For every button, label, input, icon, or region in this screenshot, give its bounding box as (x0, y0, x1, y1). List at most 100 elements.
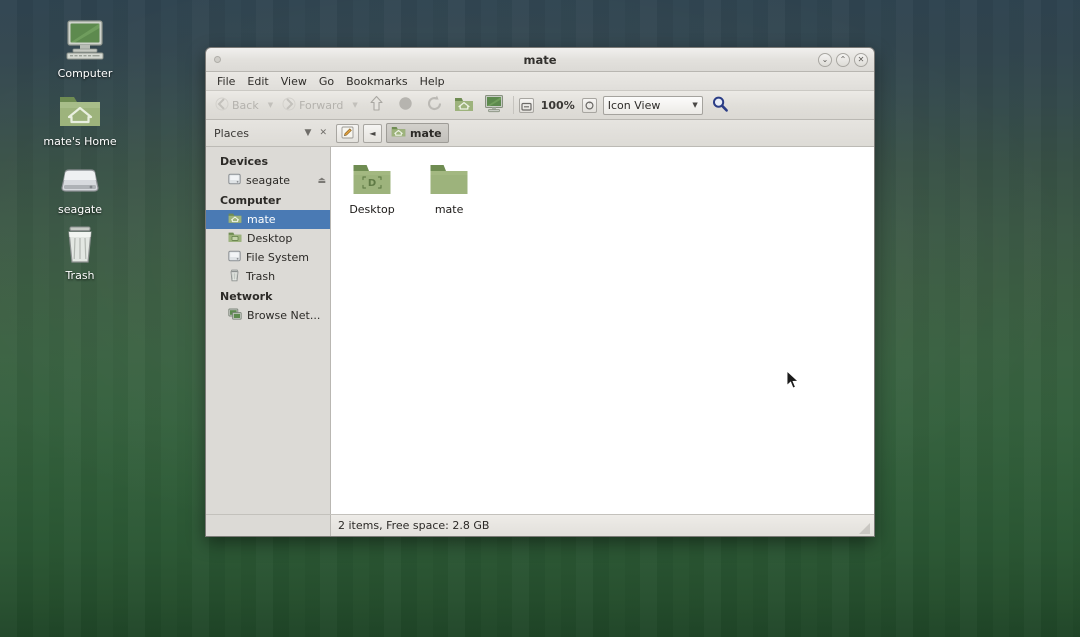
computer-button[interactable] (480, 92, 508, 118)
close-button[interactable]: ✕ (854, 52, 868, 67)
file-item-label: mate (434, 203, 464, 216)
sidebar-item-label: seagate (246, 174, 291, 187)
desktop-folder-icon (228, 231, 242, 246)
path-scroll-left-button[interactable]: ◄ (363, 123, 382, 143)
desktop-icon-label: seagate (57, 203, 103, 216)
statusbar: 2 items, Free space: 2.8 GB (206, 514, 874, 536)
eject-icon[interactable]: ⏏ (317, 176, 326, 186)
stop-icon (396, 94, 415, 116)
toolbar-separator (512, 96, 514, 114)
reload-button[interactable] (421, 92, 448, 118)
forward-label: Forward (299, 98, 344, 112)
places-close-icon[interactable]: ✕ (315, 128, 331, 138)
forward-arrow-icon (282, 97, 296, 114)
menubar[interactable]: File Edit View Go Bookmarks Help (206, 72, 874, 91)
file-list-view[interactable]: D Desktop mate (331, 147, 874, 514)
edit-location-button[interactable] (336, 123, 359, 143)
back-label: Back (232, 98, 259, 112)
desktop[interactable]: Computer mate's Home seagate Trash mate … (0, 0, 1080, 637)
drive-icon (228, 173, 241, 188)
forward-dropdown-caret-icon[interactable]: ▼ (349, 101, 360, 109)
sidebar-group-network: Network (220, 290, 273, 303)
search-icon (711, 95, 729, 116)
minimize-button[interactable]: ⌄ (818, 52, 832, 67)
breadcrumb-mate[interactable]: mate (386, 123, 449, 143)
home-folder-icon (454, 95, 474, 116)
reload-icon (425, 94, 444, 116)
desktop-folder-icon: D (339, 157, 405, 201)
desktop-icon-seagate[interactable]: seagate (32, 152, 128, 216)
back-dropdown-caret-icon[interactable]: ▼ (265, 101, 276, 109)
menu-file[interactable]: File (211, 74, 241, 89)
drive-icon (228, 250, 241, 265)
statusbar-sidebar-pad (206, 515, 331, 536)
view-mode-select[interactable]: Icon View ▼ (602, 95, 703, 115)
menu-view[interactable]: View (275, 74, 313, 89)
window-titlebar[interactable]: mate ⌄ ⌃ ✕ (206, 48, 874, 72)
zoom-reset-icon (584, 96, 595, 115)
home-button[interactable] (450, 93, 478, 118)
desktop-icon-trash[interactable]: Trash (32, 218, 128, 282)
view-mode-value: Icon View (607, 98, 661, 112)
home-folder-icon (228, 212, 242, 227)
file-item-label: Desktop (349, 203, 395, 216)
desktop-icon-label: Computer (57, 67, 113, 80)
back-arrow-icon (215, 97, 229, 114)
search-button[interactable] (707, 93, 733, 118)
zoom-out-button[interactable] (518, 96, 534, 115)
window-buttons[interactable]: ⌄ ⌃ ✕ (818, 52, 868, 67)
places-sidebar[interactable]: Devices seagate ⏏ Computer mate Desktop … (206, 147, 331, 514)
folder-icon (416, 157, 482, 201)
sidebar-item-desktop[interactable]: Desktop (206, 229, 330, 248)
menu-edit[interactable]: Edit (241, 74, 274, 89)
places-dropdown-caret-icon[interactable]: ▼ (301, 128, 316, 138)
toolbar[interactable]: Back ▼ Forward ▼ 100% Icon View ▼ (206, 91, 874, 120)
sidebar-item-label: Desktop (247, 232, 293, 245)
maximize-button[interactable]: ⌃ (836, 52, 850, 67)
up-arrow-icon (367, 94, 386, 116)
menu-help[interactable]: Help (414, 74, 451, 89)
desktop-icon-home[interactable]: mate's Home (32, 84, 128, 148)
file-item-desktop[interactable]: D Desktop (339, 157, 405, 216)
home-folder-icon (391, 125, 406, 141)
resize-grip[interactable] (857, 520, 871, 534)
forward-button[interactable]: Forward (278, 95, 347, 116)
path-breadcrumb-bar[interactable]: ◄ mate (331, 123, 449, 143)
up-button[interactable] (363, 92, 390, 118)
desktop-icon-label: Trash (65, 269, 95, 282)
file-item-mate[interactable]: mate (416, 157, 482, 216)
desktop-icon-computer[interactable]: Computer (37, 16, 133, 80)
back-button[interactable]: Back (211, 95, 263, 116)
zoom-level-label: 100% (540, 98, 575, 112)
network-icon (228, 308, 242, 324)
trash-icon (228, 269, 241, 285)
sidebar-item-label: Browse Net... (247, 309, 321, 322)
sidebar-item-trash[interactable]: Trash (206, 267, 330, 286)
harddrive-icon (32, 152, 128, 200)
zoom-reset-button[interactable] (581, 96, 597, 115)
sidebar-item-label: File System (246, 251, 309, 264)
sidebar-item-mate[interactable]: mate (206, 210, 330, 229)
svg-text:D: D (368, 178, 376, 189)
window-body: Devices seagate ⏏ Computer mate Desktop … (206, 147, 874, 514)
desktop-icon-label: mate's Home (43, 135, 117, 148)
window-menu-icon[interactable] (214, 56, 221, 63)
computer-icon (37, 16, 133, 64)
sidebar-item-label: Trash (246, 270, 276, 283)
places-label: Places (214, 126, 249, 140)
breadcrumb-label: mate (410, 126, 442, 140)
computer-icon (484, 94, 504, 116)
menu-go[interactable]: Go (313, 74, 340, 89)
zoom-out-icon (521, 96, 532, 115)
file-manager-window[interactable]: mate ⌄ ⌃ ✕ File Edit View Go Bookmarks H… (205, 47, 875, 537)
menu-bookmarks[interactable]: Bookmarks (340, 74, 413, 89)
location-bar[interactable]: Places ▼ ✕ ◄ mate (206, 120, 874, 147)
trash-icon (32, 218, 128, 266)
places-panel-header[interactable]: Places ▼ ✕ (206, 120, 331, 146)
sidebar-item-label: mate (247, 213, 276, 226)
sidebar-item-file-system[interactable]: File System (206, 248, 330, 267)
sidebar-item-seagate[interactable]: seagate ⏏ (206, 171, 330, 190)
chevron-down-icon: ▼ (692, 101, 698, 109)
stop-button[interactable] (392, 92, 419, 118)
sidebar-item-browse-network[interactable]: Browse Net... (206, 306, 330, 325)
